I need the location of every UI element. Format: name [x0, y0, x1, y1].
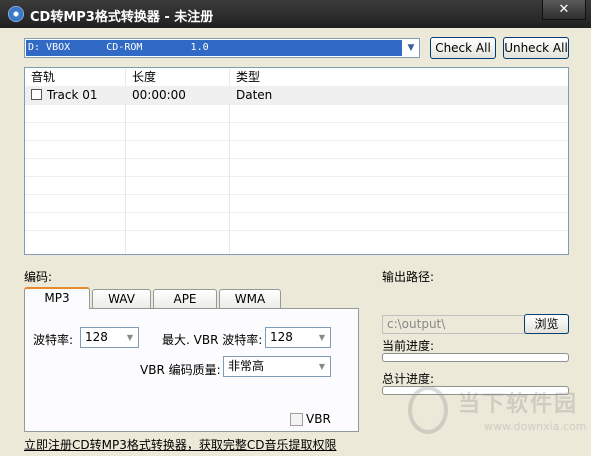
- chevron-down-icon[interactable]: ▼: [124, 328, 136, 347]
- chevron-down-icon[interactable]: ▼: [403, 39, 419, 57]
- track-checkbox[interactable]: [31, 89, 42, 100]
- tab-wma[interactable]: WMA: [219, 289, 281, 308]
- check-all-button[interactable]: Check All: [430, 37, 496, 59]
- chevron-down-icon[interactable]: ▼: [316, 357, 328, 376]
- track-type: Daten: [236, 88, 273, 102]
- watermark-url: www.downxia.com: [484, 420, 587, 433]
- vbr-quality-label: VBR 编码质量:: [140, 363, 221, 377]
- downxia-logo-icon: [408, 386, 448, 434]
- vbr-checkbox[interactable]: [290, 413, 303, 426]
- column-header-type[interactable]: 类型: [230, 68, 430, 86]
- bitrate-select[interactable]: 128 ▼: [80, 327, 139, 348]
- grid-line: [25, 140, 568, 141]
- uncheck-all-button[interactable]: Unheck All: [503, 37, 569, 59]
- grid-line: [25, 230, 568, 231]
- drive-select[interactable]: D: VBOX CD-ROM 1.0 ▼: [24, 38, 420, 58]
- grid-line: [25, 104, 568, 105]
- bitrate-label: 波特率:: [33, 333, 74, 347]
- vbr-quality-value: 非常高: [228, 359, 265, 373]
- register-link[interactable]: 立即注册CD转MP3格式转换器，获取完整CD音乐提取权限: [24, 436, 336, 453]
- column-header-track[interactable]: 音轨: [25, 68, 125, 86]
- tab-wav[interactable]: WAV: [92, 289, 151, 308]
- track-length: 00:00:00: [132, 88, 186, 102]
- max-vbr-select[interactable]: 128 ▼: [265, 327, 331, 348]
- track-row[interactable]: Track 01 00:00:00 Daten: [25, 86, 568, 104]
- window-title: CD转MP3格式转换器 - 未注册: [30, 10, 214, 25]
- vbr-checkbox-label: VBR: [306, 412, 331, 426]
- watermark-text: 当下软件园: [458, 392, 579, 417]
- grid-line: [25, 176, 568, 177]
- vbr-quality-select[interactable]: 非常高 ▼: [223, 356, 331, 377]
- close-button[interactable]: ✕: [542, 0, 586, 20]
- browse-button[interactable]: 浏览: [524, 314, 569, 334]
- grid-line: [25, 194, 568, 195]
- track-name: Track 01: [47, 88, 98, 102]
- track-list[interactable]: 音轨 长度 类型 Track 01 00:00:00 Daten: [24, 67, 569, 255]
- output-path-label: 输出路径:: [382, 270, 435, 284]
- bitrate-value: 128: [85, 330, 108, 344]
- title-bar[interactable]: CD转MP3格式转换器 - 未注册 ✕: [0, 0, 591, 28]
- tab-mp3[interactable]: MP3: [24, 287, 90, 309]
- tab-ape[interactable]: APE: [153, 289, 217, 308]
- encoding-label: 编码:: [24, 270, 53, 284]
- track-list-header: 音轨 长度 类型: [25, 68, 568, 86]
- grid-line: [25, 158, 568, 159]
- grid-line: [25, 122, 568, 123]
- current-progress-bar: [382, 353, 569, 362]
- max-vbr-value: 128: [270, 330, 293, 344]
- max-vbr-label: 最大. VBR 波特率:: [162, 333, 263, 347]
- drive-select-value: D: VBOX CD-ROM 1.0: [26, 40, 402, 56]
- chevron-down-icon[interactable]: ▼: [316, 328, 328, 347]
- watermark: 当下软件园 www.downxia.com: [404, 382, 586, 444]
- current-progress-label: 当前进度:: [382, 339, 435, 353]
- cd-app-icon: [8, 6, 24, 22]
- column-header-length[interactable]: 长度: [126, 68, 229, 86]
- grid-line: [25, 212, 568, 213]
- app-window: CD转MP3格式转换器 - 未注册 ✕ D: VBOX CD-ROM 1.0 ▼…: [0, 0, 591, 456]
